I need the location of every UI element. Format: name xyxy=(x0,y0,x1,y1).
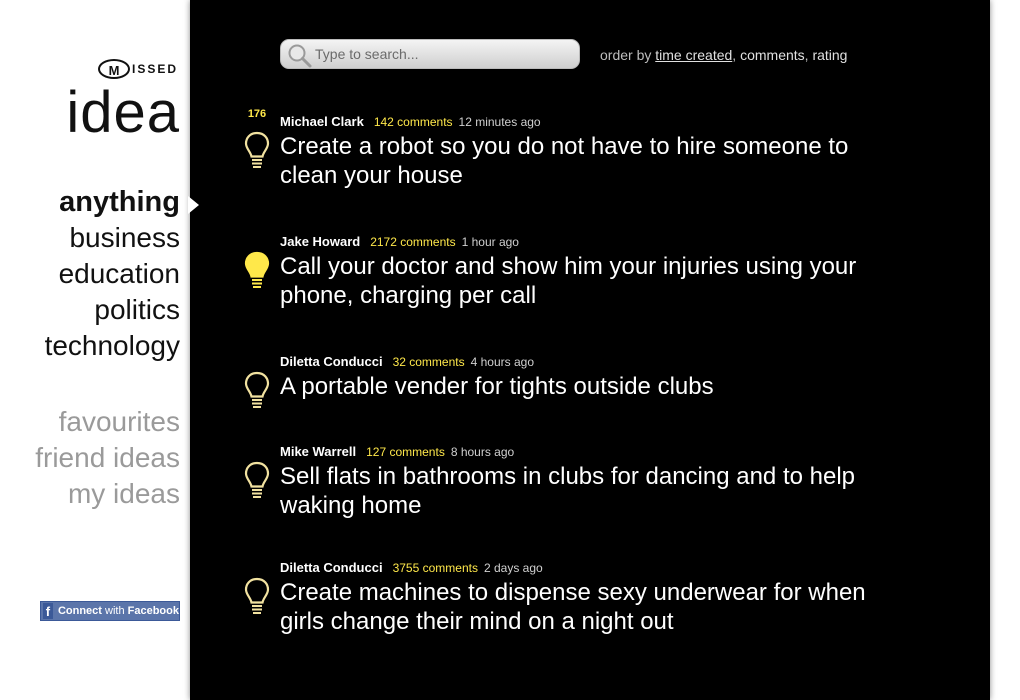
idea-meta: Mike Warrell 127 comments 8 hours ago xyxy=(280,442,880,462)
category-anything[interactable]: anything xyxy=(45,184,180,220)
idea-time: 2 days ago xyxy=(483,561,543,575)
magnifier-icon xyxy=(288,44,312,68)
lightbulb-off-icon[interactable] xyxy=(244,131,270,171)
idea-item: 176 Michael Clark 142 comments 12 minutes … xyxy=(240,108,880,232)
idea-time: 12 minutes ago xyxy=(458,115,541,129)
logo-issed: ISSED xyxy=(131,62,178,76)
idea-text[interactable]: Sell flats in bathrooms in clubs for dan… xyxy=(280,462,880,520)
idea-text[interactable]: A portable vender for tights outside clu… xyxy=(280,372,880,401)
idea-author[interactable]: Diletta Conducci xyxy=(280,354,383,369)
category-politics[interactable]: politics xyxy=(45,292,180,328)
order-comments[interactable]: comments xyxy=(740,47,805,63)
idea-meta: Jake Howard 2172 comments 1 hour ago xyxy=(280,232,880,252)
lightbulb-off-icon[interactable] xyxy=(244,577,270,617)
idea-author[interactable]: Michael Clark xyxy=(280,114,364,129)
idea-author[interactable]: Mike Warrell xyxy=(280,444,356,459)
active-category-pointer xyxy=(188,196,199,214)
idea-comments-link[interactable]: 127 comments xyxy=(366,445,445,459)
idea-item: Diletta Conducci 32 comments 4 hours ago A… xyxy=(240,352,880,442)
order-rating[interactable]: rating xyxy=(812,47,847,63)
facebook-icon: f xyxy=(43,603,53,619)
idea-time: 1 hour ago xyxy=(461,235,519,249)
idea-text[interactable]: Create machines to dispense sexy underwe… xyxy=(280,578,880,636)
personal-nav: favourites friend ideas my ideas xyxy=(35,404,180,512)
ideas-panel: order by time created, comments, rating … xyxy=(188,0,990,700)
idea-comments-link[interactable]: 142 comments xyxy=(374,115,453,129)
logo-m-circle: M xyxy=(97,59,130,79)
lightbulb-on-icon[interactable] xyxy=(244,251,270,291)
category-nav: anything business education politics tec… xyxy=(45,184,180,364)
order-by-bar: order by time created, comments, rating xyxy=(600,47,848,63)
nav-friend-ideas[interactable]: friend ideas xyxy=(35,440,180,476)
idea-time: 4 hours ago xyxy=(470,355,534,369)
idea-comments-link[interactable]: 3755 comments xyxy=(393,561,478,575)
logo-word[interactable]: idea xyxy=(66,78,180,148)
idea-meta: Michael Clark 142 comments 12 minutes ago xyxy=(280,112,880,132)
facebook-button-label: Connect with Facebook xyxy=(57,605,179,617)
category-education[interactable]: education xyxy=(45,256,180,292)
category-technology[interactable]: technology xyxy=(45,328,180,364)
idea-item: Jake Howard 2172 comments 1 hour ago Call … xyxy=(240,232,880,352)
vote-count: 176 xyxy=(247,108,267,120)
idea-text[interactable]: Call your doctor and show him your injur… xyxy=(280,252,880,310)
order-by-label: order by xyxy=(600,47,652,63)
sidebar: M ISSED idea anything business education… xyxy=(0,0,190,700)
nav-my-ideas[interactable]: my ideas xyxy=(35,476,180,512)
logo-badge[interactable]: M ISSED xyxy=(97,58,178,80)
idea-item: Diletta Conducci 3755 comments 2 days ago … xyxy=(240,558,880,668)
idea-item: Mike Warrell 127 comments 8 hours ago Sell… xyxy=(240,442,880,558)
idea-author[interactable]: Diletta Conducci xyxy=(280,560,383,575)
idea-list: 176 Michael Clark 142 comments 12 minutes … xyxy=(240,108,880,668)
idea-comments-link[interactable]: 32 comments xyxy=(393,355,465,369)
nav-favourites[interactable]: favourites xyxy=(35,404,180,440)
idea-comments-link[interactable]: 2172 comments xyxy=(370,235,455,249)
lightbulb-off-icon[interactable] xyxy=(244,461,270,501)
search-input[interactable] xyxy=(315,45,565,63)
idea-author[interactable]: Jake Howard xyxy=(280,234,360,249)
category-business[interactable]: business xyxy=(45,220,180,256)
lightbulb-off-icon[interactable] xyxy=(244,371,270,411)
search-box[interactable] xyxy=(280,39,580,69)
idea-meta: Diletta Conducci 3755 comments 2 days ago xyxy=(280,558,880,578)
idea-text[interactable]: Create a robot so you do not have to hir… xyxy=(280,132,880,190)
connect-facebook-button[interactable]: f Connect with Facebook xyxy=(40,601,180,621)
idea-time: 8 hours ago xyxy=(450,445,515,459)
idea-meta: Diletta Conducci 32 comments 4 hours ago xyxy=(280,352,880,372)
order-time-created[interactable]: time created xyxy=(655,47,732,63)
